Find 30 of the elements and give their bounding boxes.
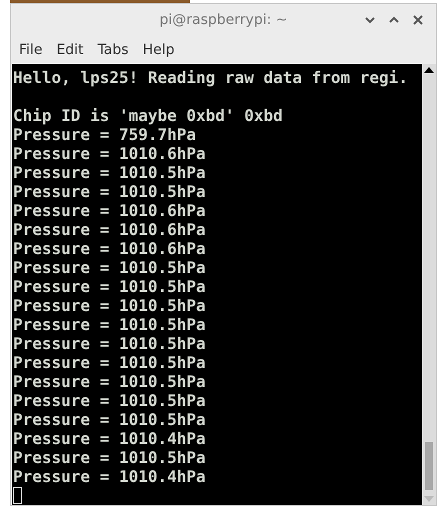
menu-item[interactable]: Edit — [56, 42, 84, 58]
terminal-line: Pressure = 759.7hPa — [13, 125, 196, 144]
terminal-line: Pressure = 1010.6hPa — [13, 144, 206, 163]
scroll-up-icon[interactable] — [424, 67, 434, 73]
terminal-line: Pressure = 1010.6hPa — [13, 220, 206, 239]
window-title: pi@raspberrypi: ~ — [159, 12, 288, 28]
terminal-line: Pressure = 1010.5hPa — [13, 334, 206, 353]
terminal-line: Pressure = 1010.5hPa — [13, 391, 206, 410]
terminal-line: Pressure = 1010.5hPa — [13, 353, 206, 372]
terminal-line: Pressure = 1010.6hPa — [13, 239, 206, 258]
terminal-line: Pressure = 1010.5hPa — [13, 372, 206, 391]
terminal-line: Pressure = 1010.5hPa — [13, 182, 206, 201]
menu-item[interactable]: Help — [142, 42, 174, 58]
terminal-line: Pressure = 1010.4hPa — [13, 467, 206, 486]
terminal-line: Pressure = 1010.5hPa — [13, 448, 206, 467]
terminal-line: Hello, lps25! Reading raw data from regi. — [13, 68, 408, 87]
terminal-line: Pressure = 1010.6hPa — [13, 201, 206, 220]
terminal-line: Pressure = 1010.5hPa — [13, 163, 206, 182]
scrollbar-thumb[interactable] — [425, 442, 433, 490]
terminal-line: Pressure = 1010.4hPa — [13, 429, 206, 448]
close-icon[interactable] — [412, 14, 424, 26]
scrollbar[interactable] — [422, 64, 436, 505]
menu-item[interactable]: File — [19, 42, 42, 58]
terminal-line: Chip ID is 'maybe 0xbd' 0xbd — [13, 106, 283, 125]
menu-item[interactable]: Tabs — [98, 42, 129, 58]
terminal-line: Pressure = 1010.5hPa — [13, 315, 206, 334]
terminal-line: Pressure = 1010.5hPa — [13, 277, 206, 296]
terminal-line: Pressure = 1010.5hPa — [13, 410, 206, 429]
terminal-line: Pressure = 1010.5hPa — [13, 296, 206, 315]
terminal-line: Pressure = 1010.5hPa — [13, 258, 206, 277]
